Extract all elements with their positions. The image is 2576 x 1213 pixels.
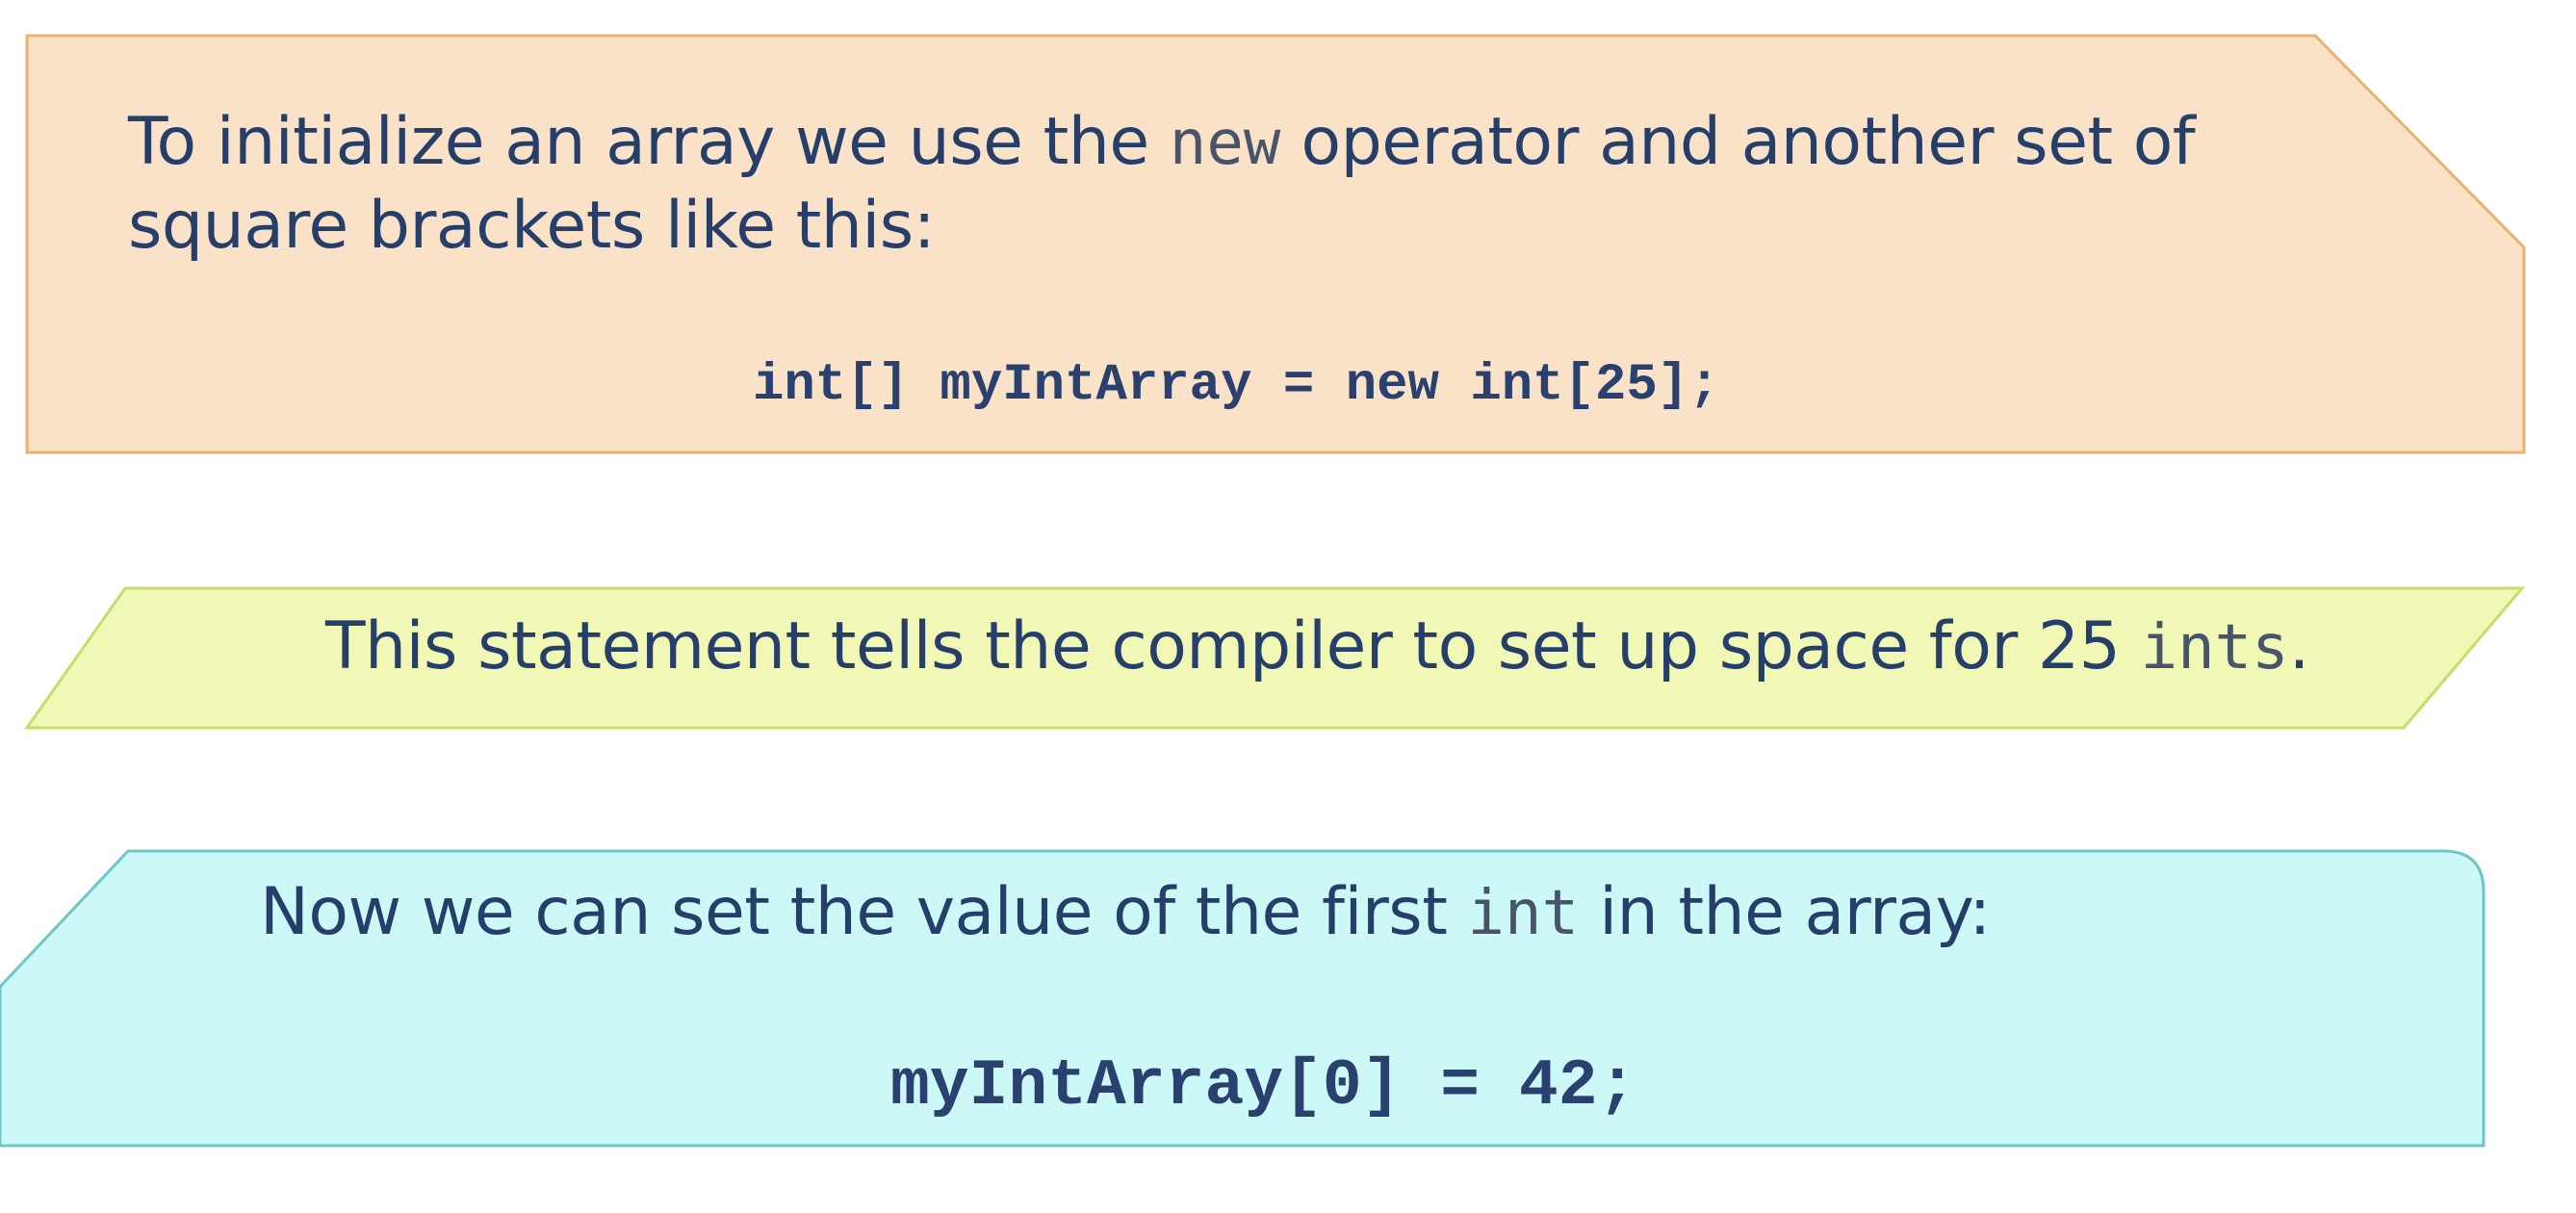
panel1-line2: square brackets like this: <box>128 188 936 264</box>
panel3-text: Now we can set the value of the first in… <box>260 874 1991 950</box>
panel1-line1-before: To initialize an array we use the <box>128 104 1170 180</box>
panel2-text-code: ints <box>2140 612 2289 684</box>
panel1-line1-code: new <box>1169 108 1281 179</box>
panel1-code: int[] myIntArray = new int[25]; <box>753 356 1720 415</box>
panel3-text-after: in the array: <box>1579 874 1991 950</box>
panel3-text-code: int <box>1467 878 1580 949</box>
panel1-line1-after: operator and another set of <box>1280 104 2196 180</box>
panel3-text-before: Now we can set the value of the first <box>260 874 1468 950</box>
panel1-line1: To initialize an array we use the new op… <box>128 104 2196 180</box>
panel2-text: This statement tells the compiler to set… <box>325 608 2309 684</box>
panel3-code: myIntArray[0] = 42; <box>890 1049 1637 1123</box>
panel2-text-after: . <box>2288 608 2310 684</box>
panel2-text-before: This statement tells the compiler to set… <box>325 608 2141 684</box>
